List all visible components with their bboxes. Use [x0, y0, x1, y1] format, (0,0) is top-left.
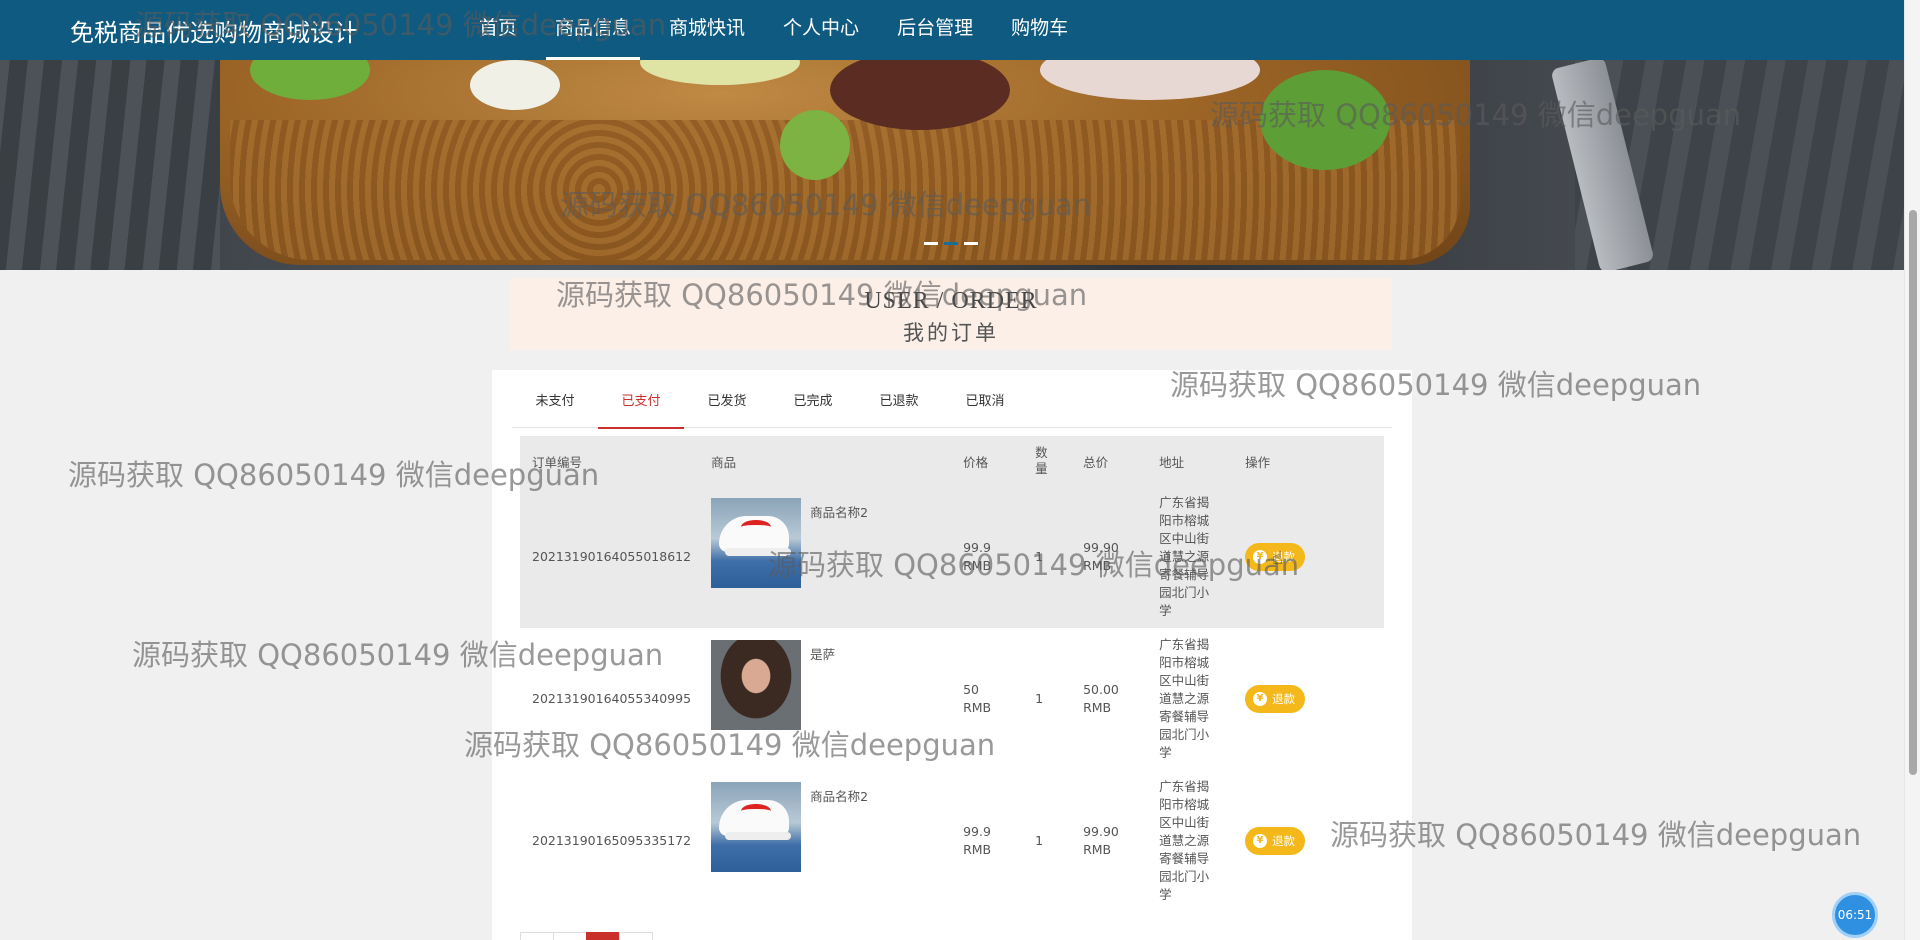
cell-price: 99.9 RMB [951, 486, 1023, 628]
hand-cursor-icon: ☝ [1272, 548, 1283, 569]
cell-goods: 商品名称2 [699, 770, 951, 912]
header-order-no: 订单编号 [532, 454, 583, 470]
cell-action: ¥ 退款 [1233, 628, 1384, 770]
page-prev[interactable] [520, 932, 554, 940]
yen-icon: ¥ [1253, 550, 1268, 564]
page-next[interactable] [619, 932, 653, 940]
order-status-tabs: 未支付 已支付 已发货 已完成 已退款 已取消 [512, 382, 1392, 429]
refund-button[interactable]: ¥ 退款 [1245, 685, 1306, 713]
cell-price: 99.9 RMB [951, 770, 1023, 912]
header-goods: 商品 [711, 454, 737, 470]
cell-total: 99.90 RMB [1071, 486, 1147, 628]
cell-goods: 商品名称2 [699, 486, 951, 628]
nav-item-admin[interactable]: 后台管理 [878, 0, 992, 60]
orders-table: 订单编号 商品 价格 数量 总价 地址 操作 20213190164055018… [520, 436, 1384, 912]
banner-olive [830, 50, 1010, 130]
goods-name[interactable]: 是萨 [810, 646, 835, 664]
goods-name[interactable]: 商品名称2 [810, 504, 868, 522]
cell-order-no: 20213190164055018612 [532, 549, 692, 564]
address-text: 广东省揭阳市榕城区中山街道慧之源寄餐辅导园北门小学 [1159, 495, 1210, 618]
carousel-dot-2[interactable] [944, 242, 958, 245]
scrollbar-thumb[interactable] [1909, 210, 1917, 775]
cell-total: 50.00 RMB [1071, 628, 1147, 770]
price-value: 50 RMB [963, 682, 992, 715]
tab-shipped[interactable]: 已发货 [684, 382, 770, 427]
header-total: 总价 [1083, 454, 1109, 470]
refund-label: 退款 [1272, 692, 1296, 706]
header-qty: 数量 [1023, 436, 1071, 486]
site-brand[interactable]: 免税商品优选购物商城设计 [70, 13, 460, 48]
refund-button[interactable]: ¥ 退款 [1245, 827, 1306, 855]
cell-price: 50 RMB [951, 628, 1023, 770]
nav-menu: 首页 商品信息 商城快讯 个人中心 后台管理 购物车 [460, 0, 1087, 60]
header-action: 操作 [1245, 454, 1271, 470]
cell-action: ¥ 退款 [1233, 486, 1384, 628]
tab-refunded[interactable]: 已退款 [856, 382, 942, 427]
cell-address: 广东省揭阳市榕城区中山街道慧之源寄餐辅导园北门小学 [1147, 770, 1233, 912]
total-value: 99.90 RMB [1083, 540, 1119, 573]
cell-qty: 1 [1035, 833, 1044, 848]
goods-name[interactable]: 商品名称2 [810, 788, 868, 806]
cell-action: ¥ 退款 [1233, 770, 1384, 912]
tab-completed[interactable]: 已完成 [770, 382, 856, 427]
goods-image[interactable] [711, 782, 802, 872]
price-value: 99.9 RMB [963, 824, 992, 857]
price-value: 99.9 RMB [963, 540, 992, 573]
orders-panel: 未支付 已支付 已发货 已完成 已退款 已取消 订单编号 商品 价格 数量 总价… [492, 370, 1412, 940]
cell-address: 广东省揭阳市榕城区中山街道慧之源寄餐辅导园北门小学 [1147, 628, 1233, 770]
table-header-row: 订单编号 商品 价格 数量 总价 地址 操作 [520, 436, 1384, 486]
goods-image[interactable] [711, 640, 802, 730]
cell-order-no: 20213190165095335172 [532, 833, 692, 848]
cell-goods: 是萨 [699, 628, 951, 770]
table-row: 20213190164055340995 是萨 50 RMB 1 50.00 R… [520, 628, 1384, 770]
carousel-indicators[interactable] [924, 242, 978, 245]
total-value: 50.00 RMB [1083, 682, 1119, 715]
nav-item-home[interactable]: 首页 [460, 0, 536, 60]
cell-total: 99.90 RMB [1071, 770, 1147, 912]
page-title: 我的订单 [903, 321, 999, 345]
banner-herb [780, 110, 850, 180]
nav-item-profile[interactable]: 个人中心 [764, 0, 878, 60]
total-value: 99.90 RMB [1083, 824, 1119, 857]
address-text: 广东省揭阳市榕城区中山街道慧之源寄餐辅导园北门小学 [1159, 779, 1210, 902]
refund-label: 退款 [1272, 834, 1296, 848]
pagination [520, 932, 653, 940]
top-navbar: 免税商品优选购物商城设计 首页 商品信息 商城快讯 个人中心 后台管理 购物车 [0, 0, 1905, 60]
yen-icon: ¥ [1253, 834, 1268, 848]
page-first[interactable] [553, 932, 587, 940]
nav-item-products[interactable]: 商品信息 [536, 0, 650, 60]
tab-unpaid[interactable]: 未支付 [512, 382, 598, 427]
cell-address: 广东省揭阳市榕城区中山街道慧之源寄餐辅导园北门小学 [1147, 486, 1233, 628]
cell-order-no: 20213190164055340995 [532, 691, 692, 706]
cell-qty: 1 [1035, 549, 1044, 564]
page-title-block: USER / ORDER 我的订单 [510, 278, 1392, 350]
nav-item-news[interactable]: 商城快讯 [650, 0, 764, 60]
banner-lettuce-right [1260, 70, 1390, 170]
table-row: 20213190165095335172 商品名称2 99.9 RMB 1 99… [520, 770, 1384, 912]
carousel-dot-3[interactable] [964, 242, 978, 245]
page-current[interactable] [586, 932, 620, 940]
header-price: 价格 [963, 454, 989, 470]
page-title-en: USER / ORDER [864, 288, 1038, 314]
table-row: 20213190164055018612 商品名称2 99.9 RMB 1 99… [520, 486, 1384, 628]
yen-icon: ¥ [1253, 692, 1268, 706]
carousel-dot-1[interactable] [924, 242, 938, 245]
clock-badge[interactable]: 06:51 [1832, 892, 1878, 938]
vertical-scrollbar[interactable] [1904, 0, 1920, 940]
nav-item-cart[interactable]: 购物车 [992, 0, 1087, 60]
goods-image[interactable] [711, 498, 802, 588]
address-text: 广东省揭阳市榕城区中山街道慧之源寄餐辅导园北门小学 [1159, 637, 1210, 760]
tab-cancelled[interactable]: 已取消 [942, 382, 1028, 427]
header-qty-label: 数量 [1035, 445, 1048, 476]
banner-cheese [470, 60, 560, 110]
header-address: 地址 [1159, 454, 1185, 470]
cell-qty: 1 [1035, 691, 1044, 706]
tab-paid[interactable]: 已支付 [598, 382, 684, 429]
